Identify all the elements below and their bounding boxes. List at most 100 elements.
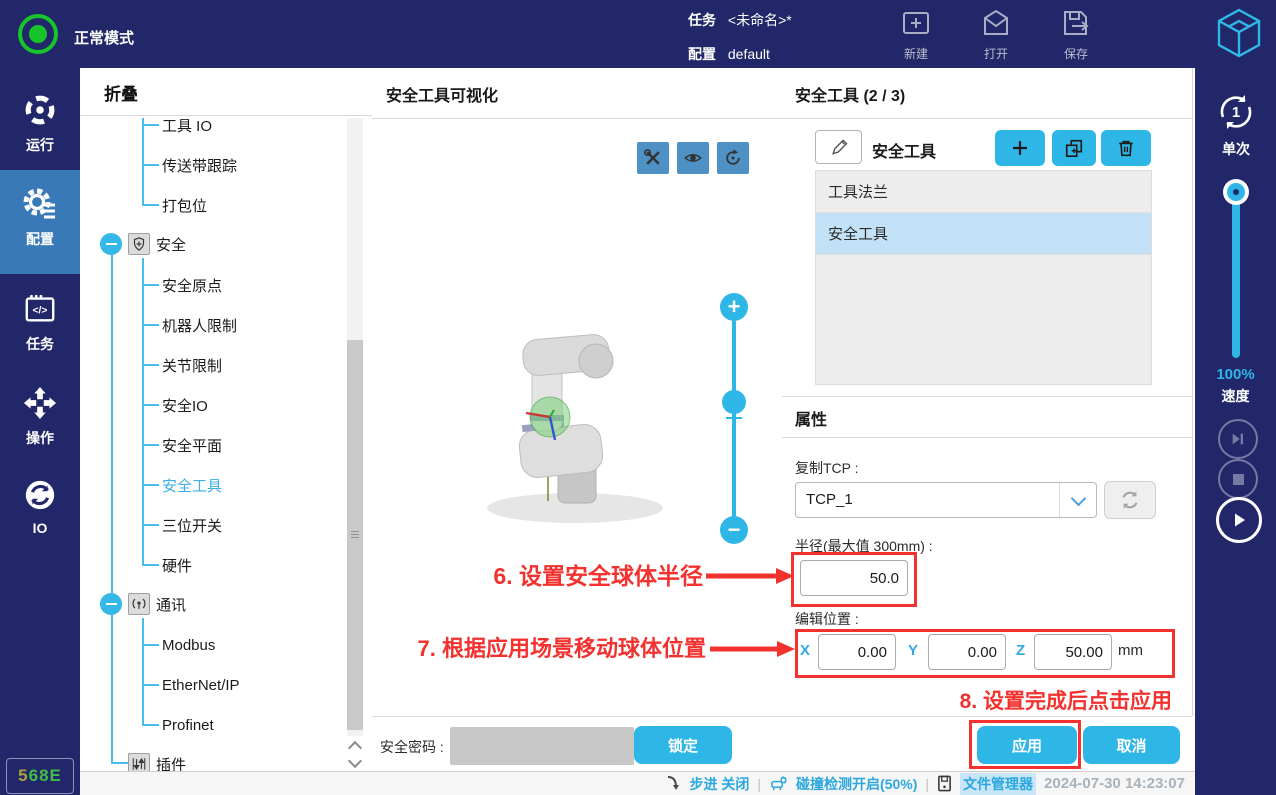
tool-list: 工具法兰 安全工具: [815, 170, 1152, 385]
safety-password-label: 安全密码 :: [380, 737, 444, 757]
tool-list-item-flange[interactable]: 工具法兰: [816, 171, 1151, 213]
tool-list-item-safety-tool[interactable]: 安全工具: [816, 213, 1151, 255]
zoom-slider-handle[interactable]: [722, 390, 746, 414]
config-value: default: [728, 46, 770, 62]
cycle-mode-button[interactable]: 1 单次: [1214, 90, 1258, 159]
chevron-down-icon: [1059, 483, 1096, 517]
visibility-button[interactable]: [677, 142, 709, 174]
checksum-badge-rest: 68E: [29, 766, 62, 786]
antenna-icon: [128, 593, 150, 615]
annotation-step7: 7. 根据应用场景移动球体位置: [366, 631, 706, 663]
collision-robot-icon: [769, 775, 788, 792]
step-next-button[interactable]: [1218, 419, 1258, 459]
trash-icon: [1116, 138, 1136, 158]
app-window: 正常模式 任务 <未命名>* 配置 default 新建 打开: [0, 0, 1276, 795]
sidebar-item-config[interactable]: 配置: [0, 185, 80, 249]
tree-item-conveyor-tracking[interactable]: 传送带跟踪: [162, 153, 237, 177]
zoom-slider-tick: [726, 417, 742, 419]
cancel-button[interactable]: 取消: [1083, 726, 1180, 764]
config-row: 配置 default: [688, 44, 770, 64]
new-button-label: 新建: [898, 45, 934, 62]
tree-connector: [142, 118, 144, 206]
reset-view-button[interactable]: [717, 142, 749, 174]
sidebar-item-config-label: 配置: [0, 229, 80, 249]
speed-slider-track[interactable]: [1232, 192, 1240, 358]
tree-scroll-down-button[interactable]: [347, 754, 363, 770]
save-button[interactable]: 保存: [1058, 6, 1094, 62]
clock: 2024-07-30 14:23:07: [1044, 775, 1185, 792]
safety-tool-panel: 安全工具 (2 / 3) 安全工具: [782, 68, 1193, 716]
tree-tick: [142, 684, 159, 686]
tree-item-plugin[interactable]: 插件: [128, 752, 186, 771]
shield-icon: [128, 233, 150, 255]
collapse-toggle-safety[interactable]: [100, 233, 122, 255]
tree-scroll-up-button[interactable]: [347, 738, 363, 754]
sidebar-item-io[interactable]: IO: [0, 478, 80, 536]
tree-item-three-position-switch[interactable]: 三位开关: [162, 513, 222, 537]
open-button[interactable]: 打开: [978, 6, 1014, 62]
annotation-box-radius: [791, 552, 917, 607]
tree-tick: [142, 644, 159, 646]
tree-item-tool-io[interactable]: 工具 IO: [162, 113, 212, 137]
tree-tick: [142, 404, 159, 406]
tree-item-safety[interactable]: 安全: [128, 232, 186, 256]
add-tool-button[interactable]: [995, 130, 1045, 166]
safety-password-input[interactable]: [450, 727, 634, 765]
tree-item-safety-plane[interactable]: 安全平面: [162, 433, 222, 457]
zoom-in-button[interactable]: +: [720, 293, 748, 321]
tree-item-hardware[interactable]: 硬件: [162, 553, 192, 577]
tree-item-ethernet-ip[interactable]: EtherNet/IP: [162, 673, 240, 697]
speed-value: 100%: [1195, 366, 1276, 383]
sidebar-item-run[interactable]: 运行: [0, 93, 80, 155]
tree-item-safety-origin[interactable]: 安全原点: [162, 273, 222, 297]
tool-settings-button[interactable]: [637, 142, 669, 174]
zoom-out-button[interactable]: −: [720, 516, 748, 544]
robot-3d-view[interactable]: [450, 323, 730, 543]
delete-tool-button[interactable]: [1101, 130, 1151, 166]
sidebar-item-operate[interactable]: 操作: [0, 386, 80, 448]
sidebar-item-run-label: 运行: [0, 135, 80, 155]
tree-item-packing-position[interactable]: 打包位: [162, 193, 207, 217]
tree-item-modbus[interactable]: Modbus: [162, 633, 215, 657]
file-manager-link[interactable]: 文件管理器: [960, 773, 1036, 795]
tree-item-safety-io[interactable]: 安全IO: [162, 393, 208, 417]
step-mode-icon: [666, 775, 682, 792]
collision-detection-status[interactable]: 碰撞检测开启(50%): [796, 774, 917, 794]
collapse-toggle-communication[interactable]: [100, 593, 122, 615]
properties-title: 属性: [795, 406, 827, 430]
play-button[interactable]: [1216, 497, 1262, 543]
open-file-icon: [979, 6, 1013, 40]
stop-button[interactable]: [1218, 459, 1258, 499]
status-separator: |: [925, 776, 929, 792]
speed-slider-handle[interactable]: [1223, 179, 1249, 205]
refresh-tcp-button[interactable]: [1104, 481, 1156, 519]
left-nav: 运行 配置 </> 任务 操作: [0, 68, 80, 795]
tcp-copy-label: 复制TCP :: [795, 458, 859, 478]
new-button[interactable]: 新建: [898, 6, 934, 62]
collapse-header[interactable]: 折叠: [80, 68, 372, 105]
step-mode-status[interactable]: 步进 关闭: [690, 774, 750, 794]
tree-connector: [111, 244, 113, 763]
position-label: 编辑位置 :: [795, 609, 859, 629]
top-bar: 正常模式 任务 <未命名>* 配置 default 新建 打开: [0, 0, 1276, 68]
rename-button[interactable]: [815, 130, 862, 164]
sidebar-item-task[interactable]: </> 任务: [0, 292, 80, 354]
annotation-step8: 8. 设置完成后点击应用: [872, 685, 1172, 715]
tree-item-communication[interactable]: 通讯: [128, 592, 186, 616]
open-button-label: 打开: [978, 45, 1014, 62]
tree-item-joint-limits[interactable]: 关节限制: [162, 353, 222, 377]
tree-item-safety-tool[interactable]: 安全工具: [162, 473, 222, 497]
copy-tool-button[interactable]: [1052, 130, 1096, 166]
tcp-select[interactable]: TCP_1: [795, 482, 1097, 518]
plus-icon: [1011, 139, 1029, 157]
tree-item-profinet[interactable]: Profinet: [162, 713, 214, 737]
lock-button[interactable]: 锁定: [634, 726, 732, 764]
tree-item-robot-limits[interactable]: 机器人限制: [162, 313, 237, 337]
play-icon: [1230, 511, 1248, 529]
viewport-title: 安全工具可视化: [372, 68, 782, 106]
tree-scrollbar-thumb[interactable]: [347, 340, 363, 730]
tree-connector: [142, 258, 144, 565]
right-sidebar: 1 单次 100% 速度: [1195, 68, 1276, 795]
checksum-badge-first: 5: [18, 766, 28, 786]
tcp-select-value: TCP_1: [806, 491, 853, 508]
